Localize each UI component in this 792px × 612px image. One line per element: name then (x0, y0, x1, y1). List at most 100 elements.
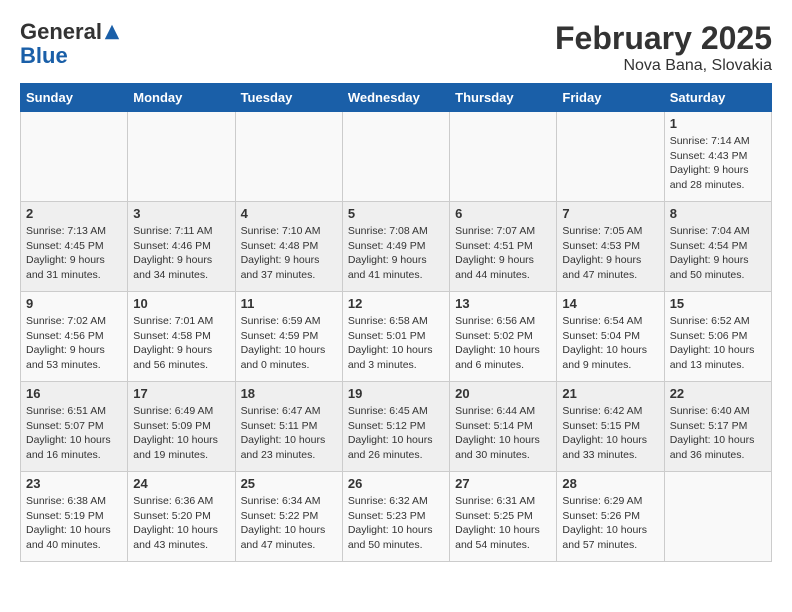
day-number: 16 (26, 386, 122, 401)
day-detail: Sunrise: 6:51 AM Sunset: 5:07 PM Dayligh… (26, 404, 122, 463)
logo: General Blue (20, 20, 121, 68)
day-number: 21 (562, 386, 658, 401)
day-detail: Sunrise: 6:34 AM Sunset: 5:22 PM Dayligh… (241, 494, 337, 553)
table-row: 1Sunrise: 7:14 AM Sunset: 4:43 PM Daylig… (664, 112, 771, 202)
calendar-week-row: 9 Sunrise: 7:02 AM Sunset: 4:56 PM Daylig… (21, 292, 772, 382)
table-row: 27 Sunrise: 6:31 AM Sunset: 5:25 PM Dayli… (450, 472, 557, 562)
table-row: 13 Sunrise: 6:56 AM Sunset: 5:02 PM Dayli… (450, 292, 557, 382)
day-number: 11 (241, 296, 337, 311)
day-number: 7 (562, 206, 658, 221)
table-row (557, 112, 664, 202)
day-number: 20 (455, 386, 551, 401)
table-row: 8Sunrise: 7:04 AM Sunset: 4:54 PM Daylig… (664, 202, 771, 292)
day-detail: Sunrise: 7:01 AM Sunset: 4:58 PM Dayligh… (133, 314, 229, 373)
table-row (342, 112, 449, 202)
table-row: 28 Sunrise: 6:29 AM Sunset: 5:26 PM Dayli… (557, 472, 664, 562)
day-detail: Sunrise: 7:11 AM Sunset: 4:46 PM Dayligh… (133, 224, 229, 283)
table-row: 6 Sunrise: 7:07 AM Sunset: 4:51 PM Daylig… (450, 202, 557, 292)
day-number: 28 (562, 476, 658, 491)
logo-blue-text: Blue (20, 44, 121, 68)
day-detail: Sunrise: 6:42 AM Sunset: 5:15 PM Dayligh… (562, 404, 658, 463)
day-detail: Sunrise: 6:29 AM Sunset: 5:26 PM Dayligh… (562, 494, 658, 553)
day-detail: Sunrise: 7:07 AM Sunset: 4:51 PM Dayligh… (455, 224, 551, 283)
day-number: 12 (348, 296, 444, 311)
table-row: 2 Sunrise: 7:13 AM Sunset: 4:45 PM Daylig… (21, 202, 128, 292)
table-row: 19 Sunrise: 6:45 AM Sunset: 5:12 PM Dayli… (342, 382, 449, 472)
day-detail: Sunrise: 6:32 AM Sunset: 5:23 PM Dayligh… (348, 494, 444, 553)
col-thursday: Thursday (450, 84, 557, 112)
day-number: 6 (455, 206, 551, 221)
day-number: 3 (133, 206, 229, 221)
day-detail: Sunrise: 7:02 AM Sunset: 4:56 PM Dayligh… (26, 314, 122, 373)
day-detail: Sunrise: 7:08 AM Sunset: 4:49 PM Dayligh… (348, 224, 444, 283)
day-number: 24 (133, 476, 229, 491)
day-detail: Sunrise: 7:10 AM Sunset: 4:48 PM Dayligh… (241, 224, 337, 283)
table-row: 9 Sunrise: 7:02 AM Sunset: 4:56 PM Daylig… (21, 292, 128, 382)
day-number: 22 (670, 386, 766, 401)
day-number: 23 (26, 476, 122, 491)
calendar-header-row: Sunday Monday Tuesday Wednesday Thursday… (21, 84, 772, 112)
day-number: 10 (133, 296, 229, 311)
day-number: 2 (26, 206, 122, 221)
day-detail: Sunrise: 6:47 AM Sunset: 5:11 PM Dayligh… (241, 404, 337, 463)
day-detail: Sunrise: 6:45 AM Sunset: 5:12 PM Dayligh… (348, 404, 444, 463)
table-row: 17 Sunrise: 6:49 AM Sunset: 5:09 PM Dayli… (128, 382, 235, 472)
table-row: 18 Sunrise: 6:47 AM Sunset: 5:11 PM Dayli… (235, 382, 342, 472)
day-detail: Sunrise: 7:04 AM Sunset: 4:54 PM Dayligh… (670, 224, 766, 283)
table-row: 7 Sunrise: 7:05 AM Sunset: 4:53 PM Daylig… (557, 202, 664, 292)
day-detail: Sunrise: 6:49 AM Sunset: 5:09 PM Dayligh… (133, 404, 229, 463)
day-detail: Sunrise: 7:13 AM Sunset: 4:45 PM Dayligh… (26, 224, 122, 283)
col-saturday: Saturday (664, 84, 771, 112)
day-detail: Sunrise: 6:36 AM Sunset: 5:20 PM Dayligh… (133, 494, 229, 553)
col-monday: Monday (128, 84, 235, 112)
col-tuesday: Tuesday (235, 84, 342, 112)
day-number: 1 (670, 116, 766, 131)
calendar-week-row: 23 Sunrise: 6:38 AM Sunset: 5:19 PM Dayli… (21, 472, 772, 562)
day-detail: Sunrise: 6:54 AM Sunset: 5:04 PM Dayligh… (562, 314, 658, 373)
day-number: 17 (133, 386, 229, 401)
col-sunday: Sunday (21, 84, 128, 112)
location-subtitle: Nova Bana, Slovakia (555, 57, 772, 75)
day-number: 4 (241, 206, 337, 221)
col-wednesday: Wednesday (342, 84, 449, 112)
month-year-title: February 2025 (555, 20, 772, 57)
table-row: 26 Sunrise: 6:32 AM Sunset: 5:23 PM Dayli… (342, 472, 449, 562)
day-number: 5 (348, 206, 444, 221)
table-row (450, 112, 557, 202)
table-row (128, 112, 235, 202)
table-row (21, 112, 128, 202)
table-row: 24 Sunrise: 6:36 AM Sunset: 5:20 PM Dayli… (128, 472, 235, 562)
day-detail: Sunrise: 6:31 AM Sunset: 5:25 PM Dayligh… (455, 494, 551, 553)
page-header: General Blue February 2025 Nova Bana, Sl… (20, 20, 772, 75)
calendar-week-row: 1Sunrise: 7:14 AM Sunset: 4:43 PM Daylig… (21, 112, 772, 202)
table-row: 22 Sunrise: 6:40 AM Sunset: 5:17 PM Dayli… (664, 382, 771, 472)
logo-general-text: General (20, 20, 102, 44)
table-row: 21 Sunrise: 6:42 AM Sunset: 5:15 PM Dayli… (557, 382, 664, 472)
table-row: 11Sunrise: 6:59 AM Sunset: 4:59 PM Dayli… (235, 292, 342, 382)
day-detail: Sunrise: 6:52 AM Sunset: 5:06 PM Dayligh… (670, 314, 766, 373)
day-number: 25 (241, 476, 337, 491)
calendar-table: Sunday Monday Tuesday Wednesday Thursday… (20, 83, 772, 562)
day-number: 19 (348, 386, 444, 401)
day-detail: Sunrise: 6:58 AM Sunset: 5:01 PM Dayligh… (348, 314, 444, 373)
table-row: 5 Sunrise: 7:08 AM Sunset: 4:49 PM Daylig… (342, 202, 449, 292)
day-detail: Sunrise: 7:05 AM Sunset: 4:53 PM Dayligh… (562, 224, 658, 283)
day-detail: Sunrise: 6:40 AM Sunset: 5:17 PM Dayligh… (670, 404, 766, 463)
day-number: 26 (348, 476, 444, 491)
table-row (664, 472, 771, 562)
day-number: 15 (670, 296, 766, 311)
day-number: 18 (241, 386, 337, 401)
table-row: 14Sunrise: 6:54 AM Sunset: 5:04 PM Dayli… (557, 292, 664, 382)
table-row: 12 Sunrise: 6:58 AM Sunset: 5:01 PM Dayli… (342, 292, 449, 382)
table-row: 23 Sunrise: 6:38 AM Sunset: 5:19 PM Dayli… (21, 472, 128, 562)
day-detail: Sunrise: 6:44 AM Sunset: 5:14 PM Dayligh… (455, 404, 551, 463)
table-row: 10 Sunrise: 7:01 AM Sunset: 4:58 PM Dayli… (128, 292, 235, 382)
day-detail: Sunrise: 6:38 AM Sunset: 5:19 PM Dayligh… (26, 494, 122, 553)
day-detail: Sunrise: 6:56 AM Sunset: 5:02 PM Dayligh… (455, 314, 551, 373)
day-number: 27 (455, 476, 551, 491)
table-row: 4 Sunrise: 7:10 AM Sunset: 4:48 PM Daylig… (235, 202, 342, 292)
day-number: 9 (26, 296, 122, 311)
day-number: 13 (455, 296, 551, 311)
col-friday: Friday (557, 84, 664, 112)
table-row: 25 Sunrise: 6:34 AM Sunset: 5:22 PM Dayli… (235, 472, 342, 562)
